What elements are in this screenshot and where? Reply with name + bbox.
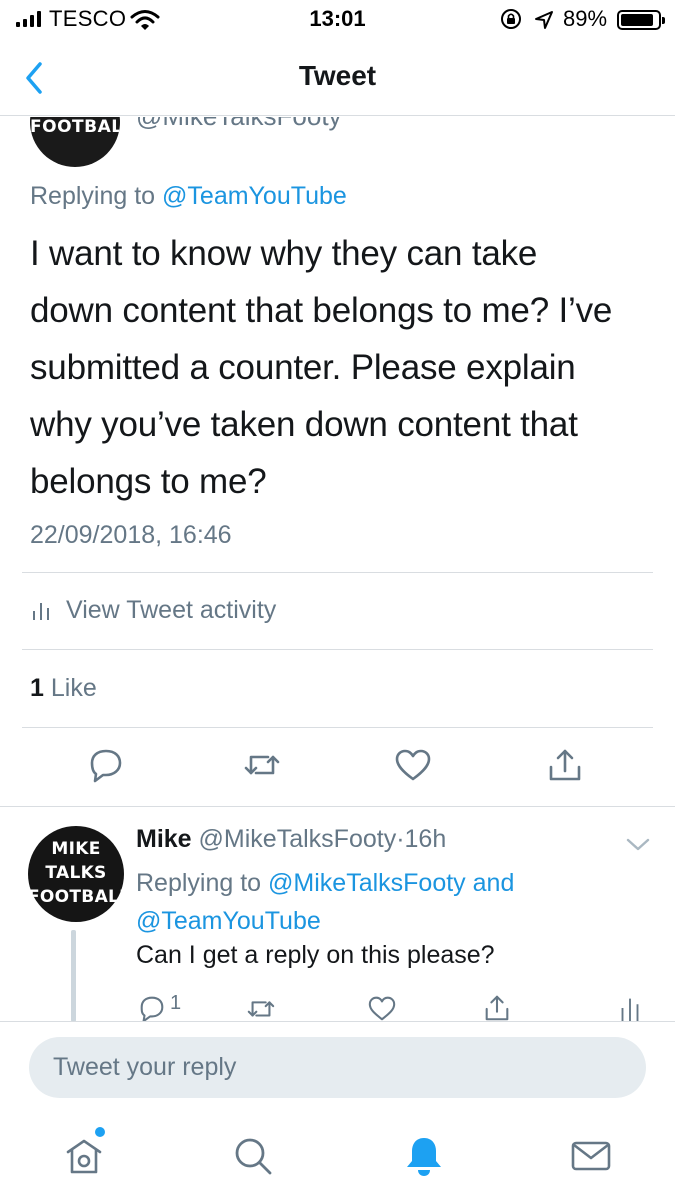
analytics-icon[interactable] xyxy=(618,993,642,1022)
like-label: Like xyxy=(50,674,97,702)
reply-icon[interactable] xyxy=(136,993,168,1022)
like-icon[interactable] xyxy=(393,745,433,785)
separator: · xyxy=(396,825,405,853)
notifications-icon[interactable] xyxy=(402,1134,446,1178)
reply-input[interactable]: Tweet your reply xyxy=(29,1037,646,1098)
time-ago: 16h xyxy=(404,825,447,853)
main-tweet-header: FOOTBALL @MikeTalksFooty xyxy=(0,117,675,177)
replying-prefix: Replying to xyxy=(30,182,156,210)
avatar-text-line: TALKS xyxy=(45,863,107,883)
rotation-lock-icon xyxy=(501,9,521,29)
reply-actions: 1 xyxy=(0,990,675,1022)
mention-link[interactable]: @TeamYouTube xyxy=(162,182,347,210)
location-arrow-icon xyxy=(535,11,553,29)
tweet-text-line: why you’ve taken down content that xyxy=(30,405,578,444)
reply-count: 1 xyxy=(170,992,182,1014)
reply-composer: Tweet your reply xyxy=(0,1021,675,1114)
replying-prefix: Replying to xyxy=(136,869,262,897)
divider xyxy=(22,727,653,728)
share-icon[interactable] xyxy=(481,993,513,1022)
tweet-text-line: belongs to me? xyxy=(30,462,267,501)
divider xyxy=(22,572,653,573)
replying-to: Replying to @TeamYouTube xyxy=(30,182,347,211)
reply-text: Can I get a reply on this please? xyxy=(136,941,495,969)
tab-bar xyxy=(0,1114,675,1200)
messages-icon[interactable] xyxy=(569,1134,613,1178)
search-icon[interactable] xyxy=(231,1134,275,1178)
analytics-icon xyxy=(33,602,49,620)
page-title: Tweet xyxy=(298,60,377,91)
tweet-text-line: down content that belongs to me? I’ve xyxy=(30,291,613,330)
home-icon[interactable] xyxy=(62,1134,106,1178)
avatar-text: MIKE TALKS FOOTBALL xyxy=(28,837,131,909)
replying-and: and xyxy=(472,869,515,897)
tweet-text: I want to know why they can take down co… xyxy=(30,225,660,510)
retweet-icon[interactable] xyxy=(244,993,278,1022)
replying-to: Replying to @MikeTalksFooty and @TeamYou… xyxy=(136,864,636,940)
avatar[interactable]: FOOTBALL xyxy=(30,117,120,167)
home-notification-dot xyxy=(95,1127,105,1137)
avatar[interactable]: MIKE TALKS FOOTBALL xyxy=(28,826,131,922)
activity-label: View Tweet activity xyxy=(66,596,277,624)
retweet-icon[interactable] xyxy=(242,745,282,785)
battery-level xyxy=(621,14,653,26)
author-handle[interactable]: @MikeTalksFooty xyxy=(199,825,397,853)
like-icon[interactable] xyxy=(366,993,398,1022)
avatar-text-line: MIKE xyxy=(51,839,101,859)
like-number: 1 xyxy=(30,674,44,702)
mention-link[interactable]: @TeamYouTube xyxy=(136,907,321,935)
chevron-down-icon[interactable] xyxy=(624,833,652,855)
avatar-text-line: FOOTBALL xyxy=(28,887,131,907)
navigation-bar: Tweet xyxy=(0,38,675,116)
reply-icon[interactable] xyxy=(86,745,126,785)
reply-header: Mike @MikeTalksFooty·16h xyxy=(136,825,446,854)
section-divider xyxy=(0,806,675,807)
tweet-text-line: submitted a counter. Please explain xyxy=(30,348,576,387)
battery-percentage: 89% xyxy=(563,6,608,31)
divider xyxy=(22,649,653,650)
author-name[interactable]: Mike xyxy=(136,825,192,853)
status-bar: TESCO 13:01 89% xyxy=(0,0,675,38)
likes-count[interactable]: 1 Like xyxy=(30,674,97,703)
tweet-actions xyxy=(0,745,675,795)
author-handle[interactable]: @MikeTalksFooty xyxy=(136,117,342,132)
view-tweet-activity-button[interactable]: View Tweet activity xyxy=(30,596,276,625)
avatar-text: FOOTBALL xyxy=(30,117,120,137)
battery-icon xyxy=(617,10,665,30)
share-icon[interactable] xyxy=(545,745,585,785)
tweet-text-line: I want to know why they can take xyxy=(30,234,538,273)
tweet-timestamp: 22/09/2018, 16:46 xyxy=(30,521,232,549)
mention-link[interactable]: @MikeTalksFooty xyxy=(268,869,466,897)
reply-placeholder: Tweet your reply xyxy=(53,1053,237,1081)
